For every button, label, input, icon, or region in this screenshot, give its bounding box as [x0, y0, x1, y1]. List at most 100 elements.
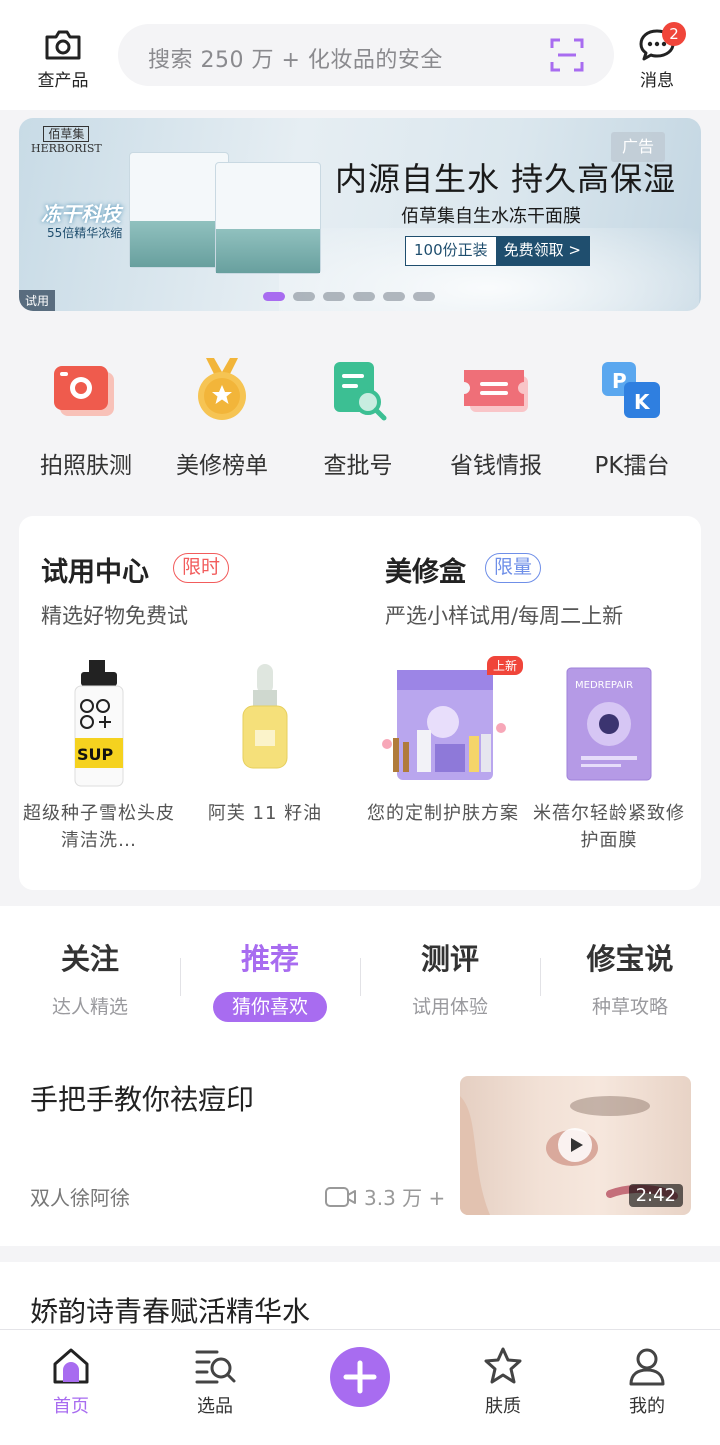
tab-subtitle: 猜你喜欢	[213, 992, 327, 1022]
trial-center-title[interactable]: 试用中心	[41, 550, 149, 589]
plus-icon	[343, 1360, 377, 1394]
quick-action-ranking[interactable]: 美修榜单	[154, 352, 290, 480]
svg-text:MEDREPAIR: MEDREPAIR	[575, 680, 633, 691]
carousel-dot[interactable]	[383, 292, 405, 301]
banner-title: 内源自生水 持久高保湿	[335, 160, 677, 198]
messages-button[interactable]: 2 消息	[622, 22, 692, 91]
post-video-thumbnail[interactable]: 2:42	[460, 1076, 691, 1215]
quick-action-label: 查批号	[323, 453, 393, 479]
tab-subtitle: 达人精选	[51, 996, 128, 1018]
banner-cta[interactable]: 100份正装 免费领取 >	[405, 236, 590, 266]
post-title[interactable]: 娇韵诗青春赋活精华水	[30, 1290, 310, 1330]
pk-icon: P K	[594, 352, 670, 428]
tab-recommend[interactable]: 推荐 猜你喜欢	[200, 936, 340, 1022]
trial-product-shampoo[interactable]: SUP 超级种子雪松头皮清洁洗…	[19, 660, 179, 854]
limited-qty-tag: 限量	[485, 553, 542, 583]
quick-actions: 拍照肤测 美修榜单 查批号 省钱情报 P K PK擂台	[0, 352, 720, 482]
product-name: 米蓓尔轻龄紧致修护面膜	[533, 803, 685, 851]
quick-action-label: 拍照肤测	[40, 453, 132, 479]
quick-action-batch-check[interactable]: 查批号	[290, 352, 426, 480]
svg-text:SUP: SUP	[77, 745, 114, 764]
nav-profile[interactable]: 我的	[602, 1346, 692, 1418]
top-header: 查产品 搜索 250 万 + 化妆品的安全 2 消息	[0, 0, 720, 110]
play-icon[interactable]	[558, 1128, 592, 1162]
banner-subtitle: 佰草集自生水冻干面膜	[401, 206, 581, 227]
product-name: 超级种子雪松头皮清洁洗…	[23, 803, 175, 851]
star-icon	[484, 1347, 522, 1384]
video-duration: 2:42	[628, 1184, 683, 1207]
tab-follow[interactable]: 关注 达人精选	[20, 936, 160, 1022]
beauty-box-subtitle: 严选小样试用/每周二上新	[385, 604, 624, 628]
trial-product-oil[interactable]: 阿芙 11 籽油	[185, 660, 345, 827]
nav-skin-type[interactable]: 肤质	[458, 1346, 548, 1418]
quick-action-label: 美修榜单	[176, 453, 268, 479]
mask-package-front	[215, 162, 321, 274]
camera-product-label: 查产品	[37, 71, 89, 91]
carousel-dots	[263, 292, 435, 301]
tab-subtitle: 试用体验	[411, 996, 488, 1018]
product-name: 您的定制护肤方案	[367, 803, 519, 824]
tab-subtitle: 种草攻略	[591, 996, 668, 1018]
scan-icon[interactable]	[550, 38, 584, 72]
nav-select[interactable]: 选品	[170, 1346, 260, 1418]
carousel-dot[interactable]	[323, 292, 345, 301]
face-mask-image: MEDREPAIR	[549, 660, 669, 790]
box-product-mask[interactable]: MEDREPAIR 米蓓尔轻龄紧致修护面膜	[529, 660, 689, 854]
brand-logo: 佰草集 HERBORIST	[31, 126, 102, 155]
nav-label: 肤质	[485, 1396, 521, 1417]
oil-bottle-image	[205, 660, 325, 790]
nav-home[interactable]: 首页	[26, 1346, 116, 1418]
tab-review[interactable]: 测评 试用体验	[380, 936, 520, 1022]
messages-badge: 2	[662, 22, 686, 46]
document-search-icon	[320, 352, 396, 428]
camera-icon	[45, 30, 81, 60]
nav-label: 选品	[197, 1396, 233, 1417]
camera-product-button[interactable]: 查产品	[28, 28, 98, 91]
tab-title: 推荐	[240, 942, 299, 976]
tab-divider	[360, 958, 361, 996]
new-tag: 上新	[486, 656, 523, 675]
banner-cta-right: 免费领取 >	[495, 237, 589, 265]
mask-package-back	[129, 152, 229, 268]
coupon-icon	[458, 352, 534, 428]
tab-divider	[180, 958, 181, 996]
banner-cta-left: 100份正装	[406, 237, 496, 265]
home-icon	[53, 1348, 89, 1384]
search-bar[interactable]: 搜索 250 万 + 化妆品的安全	[118, 24, 614, 86]
medal-icon	[184, 352, 260, 428]
trial-tag: 试用	[19, 290, 56, 311]
carousel-dot[interactable]	[353, 292, 375, 301]
carousel-dot[interactable]	[413, 292, 435, 301]
box-product-custom-plan[interactable]: 上新 您的定制护肤方案	[363, 656, 523, 827]
bottom-nav: 首页 选品 肤质 我的	[0, 1329, 720, 1445]
tab-title: 修宝说	[586, 942, 674, 976]
tab-title: 关注	[60, 942, 119, 976]
post-views: 3.3 万 +	[324, 1182, 445, 1211]
tech-text: 冻干科技	[41, 202, 121, 226]
tab-title: 测评	[420, 942, 479, 976]
messages-label: 消息	[640, 71, 674, 91]
svg-text:K: K	[634, 390, 651, 414]
limited-time-tag: 限时	[173, 553, 230, 583]
tab-xiubao[interactable]: 修宝说 种草攻略	[560, 936, 700, 1022]
views-count: 3.3 万 +	[364, 1186, 446, 1210]
create-post-button[interactable]	[330, 1347, 390, 1407]
user-icon	[629, 1348, 665, 1386]
feed-section: 关注 达人精选 推荐 猜你喜欢 测评 试用体验 修宝说 种草攻略 手把手教你祛痘…	[0, 906, 720, 1246]
quick-action-label: PK擂台	[594, 453, 670, 479]
beauty-box-image: 上新	[373, 656, 523, 790]
trial-center-subtitle: 精选好物免费试	[41, 604, 188, 628]
shampoo-image: SUP	[39, 660, 159, 790]
tech-subtext: 55倍精华浓缩	[47, 226, 123, 240]
trial-card: 试用中心 限时 精选好物免费试 美修盒 限量 严选小样试用/每周二上新 SUP …	[19, 516, 701, 890]
post-author[interactable]: 双人徐阿徐	[30, 1182, 130, 1211]
carousel-dot[interactable]	[263, 292, 285, 301]
quick-action-pk[interactable]: P K PK擂台	[564, 352, 700, 480]
quick-action-label: 省钱情报	[450, 453, 542, 479]
post-title[interactable]: 手把手教你祛痘印	[30, 1078, 254, 1118]
promo-banner[interactable]: 佰草集 HERBORIST 冻干科技 55倍精华浓缩 广告 内源自生水 持久高保…	[19, 118, 701, 311]
carousel-dot[interactable]	[293, 292, 315, 301]
beauty-box-title[interactable]: 美修盒	[385, 550, 466, 589]
quick-action-skin-test[interactable]: 拍照肤测	[18, 352, 154, 480]
quick-action-savings[interactable]: 省钱情报	[428, 352, 564, 480]
